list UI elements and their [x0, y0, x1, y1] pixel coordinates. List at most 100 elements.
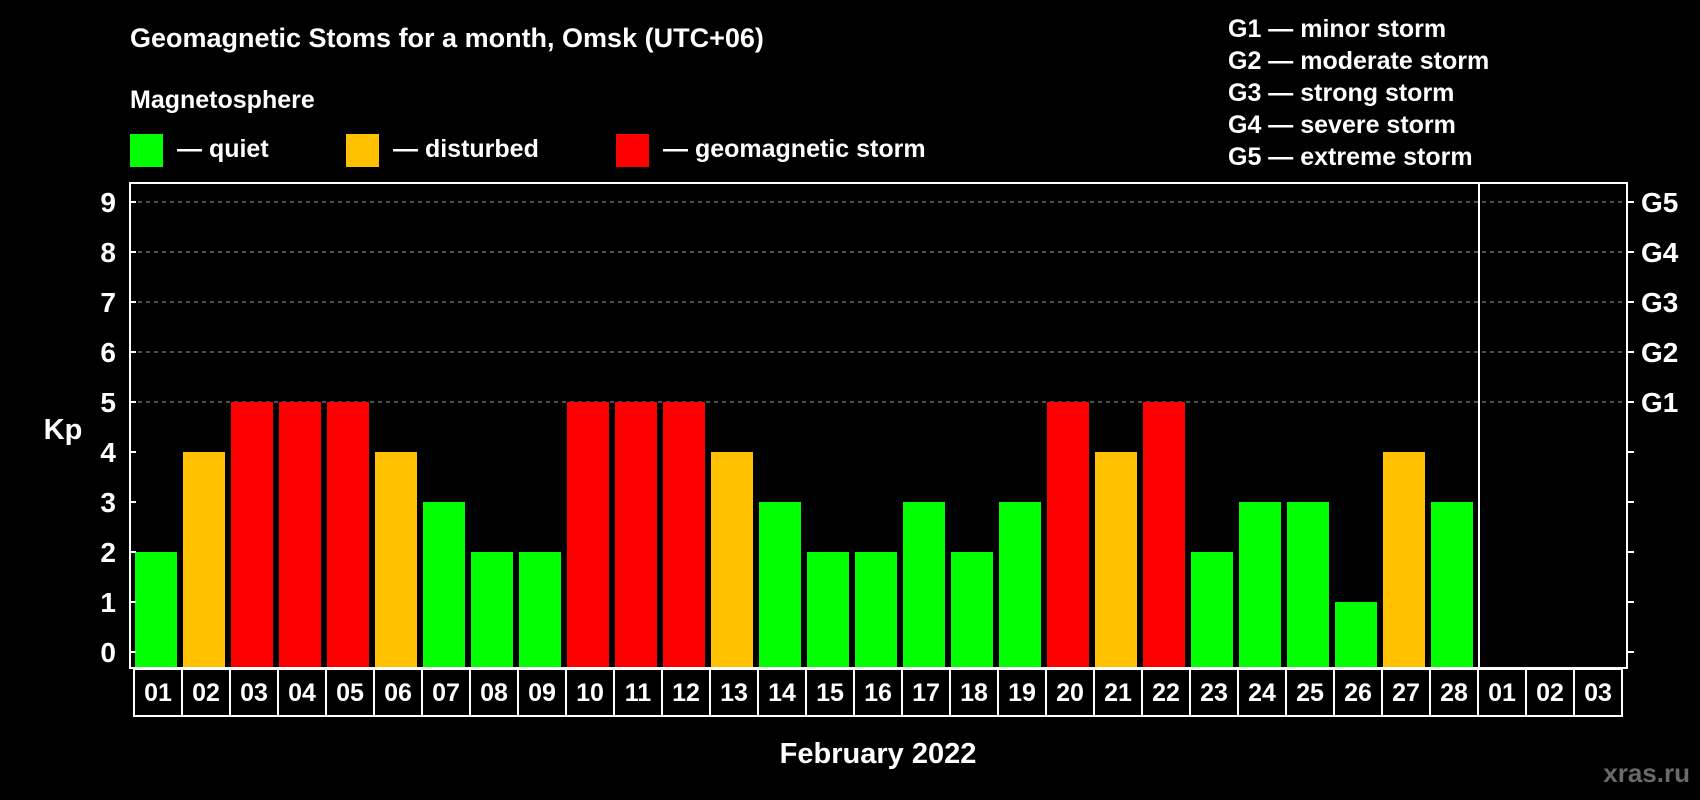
storm-scale-item: G1 — minor storm	[1228, 15, 1446, 43]
x-tick-label: 16	[864, 679, 892, 707]
bar-day-19	[999, 502, 1041, 668]
x-tick-label: 19	[1008, 679, 1036, 707]
x-category: 21	[1093, 668, 1143, 717]
bar-day-5	[327, 402, 369, 668]
storm-scale-item: G2 — moderate storm	[1228, 47, 1489, 75]
x-category: 02	[181, 668, 231, 717]
x-category: 03	[229, 668, 279, 717]
x-category: 04	[277, 668, 327, 717]
x-category: 19	[997, 668, 1047, 717]
y-tick-label: 6	[100, 337, 116, 368]
bar-day-8	[471, 552, 513, 668]
y-tick-label: 7	[100, 287, 116, 318]
legend-title: Magnetosphere	[130, 86, 315, 114]
x-tick-label: 03	[240, 679, 268, 707]
x-tick-label: 27	[1392, 679, 1420, 707]
watermark: xras.ru	[1603, 758, 1690, 788]
x-category: 15	[805, 668, 855, 717]
bar-day-28	[1431, 502, 1473, 668]
x-category: 23	[1189, 668, 1239, 717]
x-tick-label: 09	[528, 679, 556, 707]
bar-day-23	[1191, 552, 1233, 668]
storm-scale-item: G4 — severe storm	[1228, 111, 1456, 139]
x-category: 05	[325, 668, 375, 717]
y-tick-label: 2	[100, 537, 116, 568]
x-tick-label: 08	[480, 679, 508, 707]
bar-day-25	[1287, 502, 1329, 668]
x-tick-label: 02	[192, 679, 220, 707]
x-category: 08	[469, 668, 519, 717]
right-tick-label: G3	[1641, 287, 1678, 318]
y-tick-label: 4	[100, 437, 116, 468]
x-tick-label: 18	[960, 679, 988, 707]
bar-day-27	[1383, 452, 1425, 668]
x-category: 12	[661, 668, 711, 717]
x-category: 18	[949, 668, 999, 717]
bar-day-20	[1047, 402, 1089, 668]
x-tick-label: 05	[336, 679, 364, 707]
storm-scale-legend: G1 — minor storm G2 — moderate storm G3 — …	[1228, 15, 1489, 171]
legend-item: — quiet	[130, 134, 269, 167]
x-tick-label: 13	[720, 679, 748, 707]
right-tick-label: G5	[1641, 187, 1678, 218]
plot-area: 0123456789 G1G2G3G4G5 01 02 03 04 05 06 07 08 09…	[100, 182, 1679, 717]
legend-swatch	[346, 134, 379, 167]
legend-swatch	[616, 134, 649, 167]
bar-day-4	[279, 402, 321, 668]
x-tick-label: 14	[768, 679, 796, 707]
x-tick-label: 28	[1440, 679, 1468, 707]
bar-day-7	[423, 502, 465, 668]
y-tick-label: 3	[100, 487, 116, 518]
right-tick-label: G2	[1641, 337, 1678, 368]
x-category: 14	[757, 668, 807, 717]
bar-day-3	[231, 402, 273, 668]
x-tick-label: 25	[1296, 679, 1324, 707]
y-tick-label: 0	[100, 637, 116, 668]
bar-day-6	[375, 452, 417, 668]
x-tick-label: 03	[1584, 679, 1612, 707]
bar-day-11	[615, 402, 657, 668]
legend-item: — disturbed	[346, 134, 539, 167]
x-category: 02	[1525, 668, 1575, 717]
x-tick-label: 24	[1248, 679, 1276, 707]
x-category: 13	[709, 668, 759, 717]
x-tick-label: 02	[1536, 679, 1564, 707]
x-category: 17	[901, 668, 951, 717]
right-tick-label: G4	[1641, 237, 1679, 268]
x-tick-label: 07	[432, 679, 460, 707]
storm-scale-item: G5 — extreme storm	[1228, 143, 1473, 171]
x-category: 06	[373, 668, 423, 717]
bar-day-13	[711, 452, 753, 668]
x-tick-label: 17	[912, 679, 940, 707]
bar-day-2	[183, 452, 225, 668]
bar-day-24	[1239, 502, 1281, 668]
x-tick-label: 01	[144, 679, 172, 707]
bar-day-1	[135, 552, 177, 668]
x-category: 01	[133, 668, 183, 717]
bar-day-10	[567, 402, 609, 668]
x-tick-label: 11	[625, 679, 652, 707]
chart-title: Geomagnetic Stoms for a month, Omsk (UTC…	[130, 23, 764, 53]
bar-day-9	[519, 552, 561, 668]
legend-item: — geomagnetic storm	[616, 134, 926, 167]
x-tick-label: 12	[672, 679, 700, 707]
storm-scale-item: G3 — strong storm	[1228, 79, 1454, 107]
y-tick-label: 5	[100, 387, 116, 418]
x-category: 10	[565, 668, 615, 717]
right-tick-label: G1	[1641, 387, 1678, 418]
bar-day-18	[951, 552, 993, 668]
legend-label: — disturbed	[393, 135, 539, 163]
bar-day-22	[1143, 402, 1185, 668]
x-category: 26	[1333, 668, 1383, 717]
kp-chart: Geomagnetic Stoms for a month, Omsk (UTC…	[44, 15, 1690, 788]
x-category: 09	[517, 668, 567, 717]
x-tick-label: 26	[1344, 679, 1372, 707]
x-tick-label: 04	[288, 679, 316, 707]
x-tick-label: 21	[1104, 679, 1132, 707]
x-category: 27	[1381, 668, 1431, 717]
bar-day-15	[807, 552, 849, 668]
y-tick-label: 1	[100, 587, 116, 618]
bar-day-26	[1335, 602, 1377, 668]
legend-swatch	[130, 134, 163, 167]
legend: — quiet — disturbed — geomagnetic storm	[130, 134, 926, 167]
